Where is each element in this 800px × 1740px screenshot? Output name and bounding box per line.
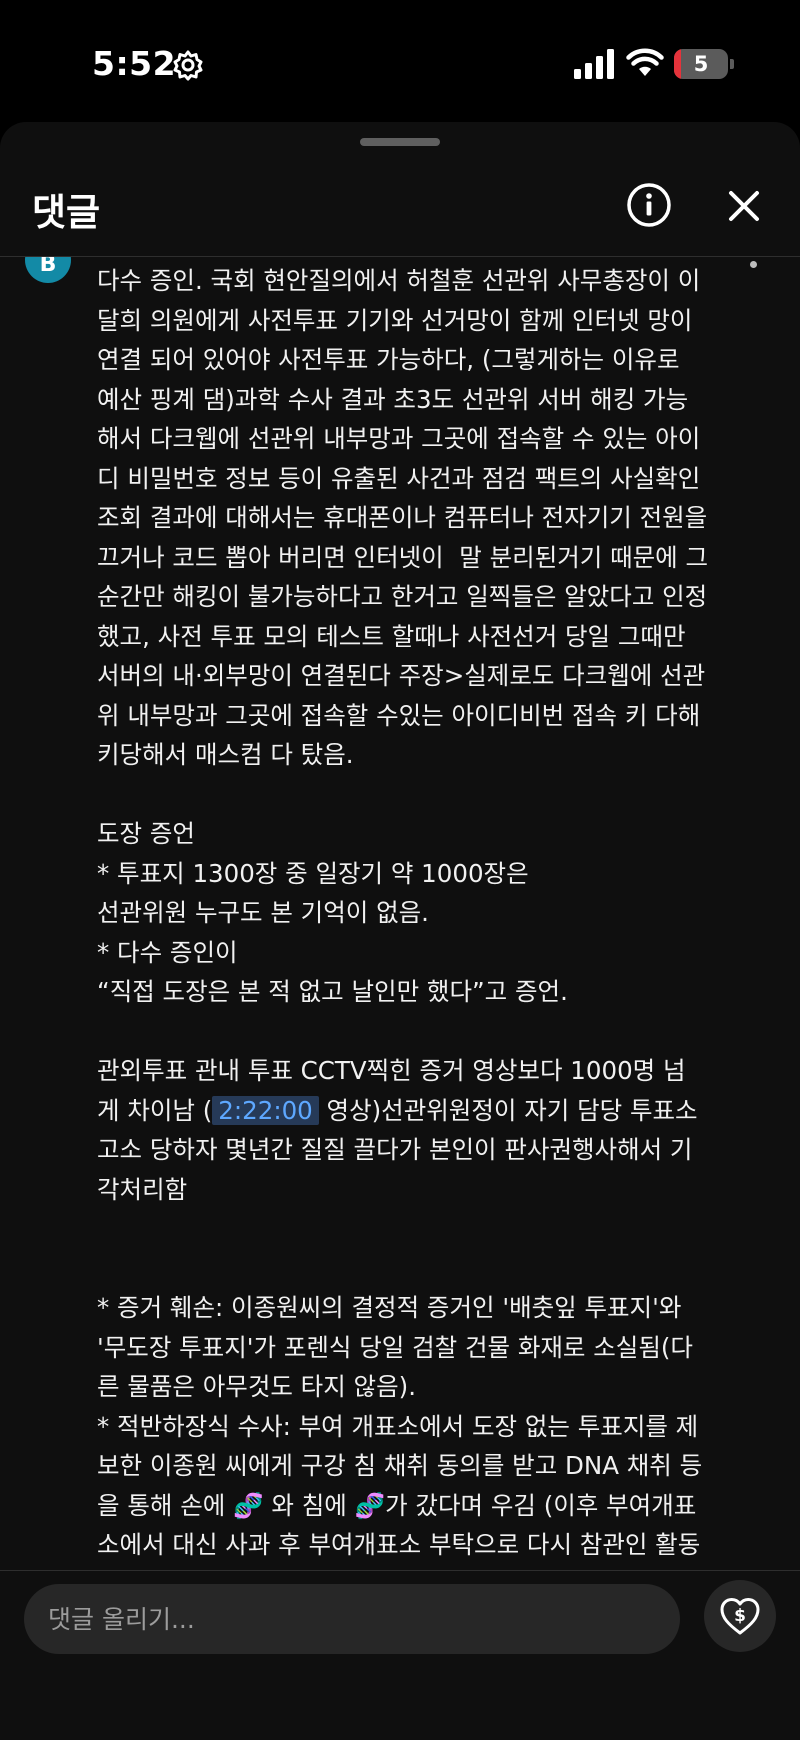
comment-input[interactable] [48, 1584, 648, 1654]
comment-text-part: 다수 증인. 국회 현안질의에서 허철훈 선관위 사무총장이 이 달희 의원에게… [97, 266, 709, 1125]
avatar[interactable]: B [25, 257, 71, 283]
battery-level: 5 [693, 52, 709, 76]
svg-text:$: $ [734, 1606, 746, 1626]
thanks-button[interactable]: $ [704, 1580, 776, 1652]
composer-divider [0, 1570, 800, 1571]
heart-dollar-icon: $ [720, 1598, 760, 1635]
cellular-signal-icon [574, 49, 614, 79]
comment-text: 다수 증인. 국회 현안질의에서 허철훈 선관위 사무총장이 이 달희 의원에게… [97, 261, 747, 1565]
gear-icon [173, 50, 203, 81]
comment-text-part: 영상)선관위원정이 자기 담당 투표소 고소 당하자 몇년간 질질 끌다가 본인… [97, 1095, 703, 1520]
comments-sheet: 댓글 B 다수 증인. 국회 현안질의에서 허철훈 선관위 사무총장이 이 달희… [0, 122, 800, 1740]
sheet-title: 댓글 [32, 191, 101, 234]
close-icon[interactable] [722, 184, 766, 228]
info-icon[interactable] [626, 182, 672, 228]
comment-text-part: 와 침에 [263, 1490, 355, 1520]
comment-input-container[interactable] [24, 1584, 680, 1654]
timestamp-link[interactable]: 2:22:00 [212, 1095, 319, 1125]
scroll-indicator [750, 261, 757, 268]
status-time: 5:52 [92, 44, 177, 83]
wifi-icon [626, 48, 664, 76]
battery-nub [730, 59, 734, 69]
dna-emoji: 🧬 [233, 1490, 264, 1520]
status-bar: 5:52 5 [0, 0, 800, 120]
sheet-grabber[interactable] [360, 138, 440, 146]
dna-emoji: 🧬 [354, 1490, 386, 1520]
battery-indicator: 5 [674, 49, 728, 79]
comment-list[interactable]: B 다수 증인. 국회 현안질의에서 허철훈 선관위 사무총장이 이 달희 의원… [0, 257, 800, 1692]
